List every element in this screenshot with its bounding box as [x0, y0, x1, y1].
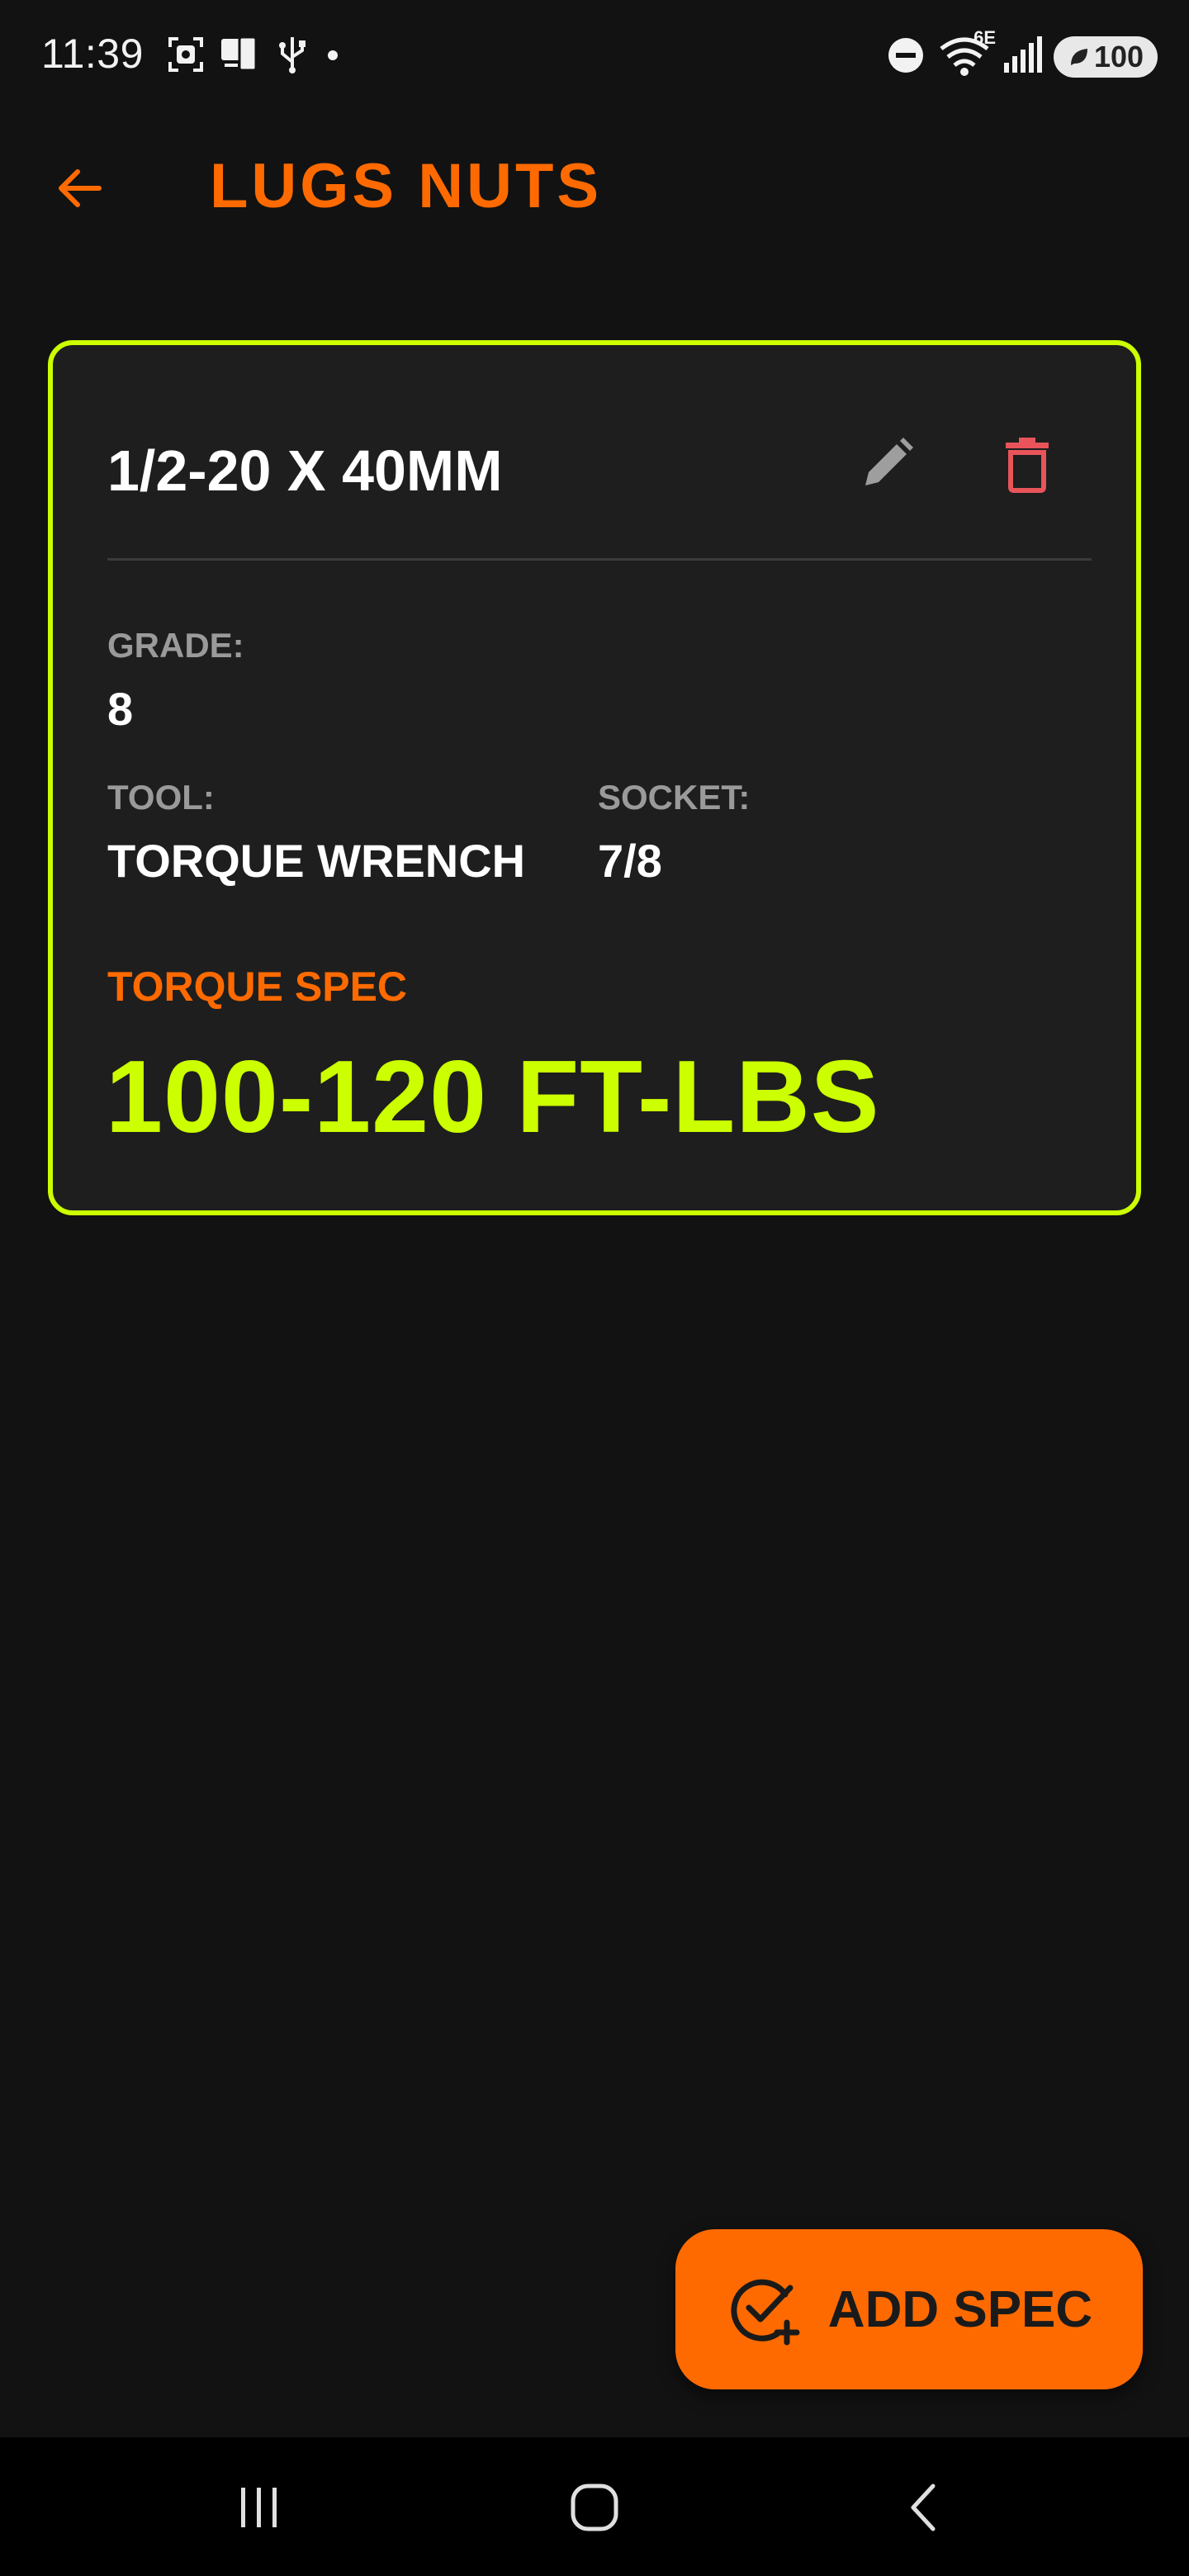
home-button[interactable] [537, 2462, 652, 2553]
socket-value: 7/8 [598, 835, 662, 887]
torque-spec-label: TORQUE SPEC [107, 964, 408, 1010]
socket-label: SOCKET: [598, 778, 751, 817]
status-bar: 11:39 6E 100 [0, 0, 1189, 112]
dnd-icon [885, 35, 926, 80]
home-icon [571, 2484, 618, 2531]
grade-label: GRADE: [107, 626, 244, 665]
add-spec-label: ADD SPEC [827, 2280, 1093, 2338]
grade-value: 8 [107, 683, 134, 735]
spec-title: 1/2-20 X 40MM [107, 438, 503, 503]
tool-label: TOOL: [107, 778, 215, 817]
card-divider [107, 558, 1092, 561]
torque-spec-value: 100-120 FT-LBS [106, 1040, 880, 1154]
device-icon [218, 34, 264, 79]
back-button[interactable] [46, 155, 112, 221]
leaf-icon [1070, 49, 1087, 65]
battery-icon: 100 [1054, 36, 1158, 78]
recents-button[interactable] [201, 2462, 317, 2553]
navigation-bar [0, 2437, 1189, 2576]
edit-button[interactable] [846, 423, 928, 505]
delete-button[interactable] [986, 423, 1068, 505]
status-right-icons: 6E 100 [885, 27, 1158, 83]
screenshot-icon [165, 34, 206, 79]
trash-icon [1006, 438, 1049, 493]
signal-icon [1002, 35, 1042, 80]
nav-back-button[interactable] [867, 2462, 983, 2553]
recents-icon [241, 2488, 277, 2527]
pencil-icon [865, 438, 913, 485]
status-left-icons [165, 33, 345, 79]
page-title: LUGS NUTS [210, 151, 603, 221]
tool-value: TORQUE WRENCH [107, 835, 526, 887]
network-type: 6E [973, 26, 996, 48]
status-time: 11:39 [41, 31, 144, 77]
check-circle-plus-icon [731, 2279, 800, 2346]
wifi-icon: 6E [938, 27, 996, 83]
arrow-left-icon [59, 169, 102, 207]
add-spec-button[interactable]: ADD SPEC [675, 2229, 1143, 2389]
app-bar: LUGS NUTS [0, 124, 1189, 248]
battery-level: 100 [1093, 40, 1144, 73]
back-icon [911, 2484, 936, 2531]
spec-card[interactable]: 1/2-20 X 40MM GRADE: 8 TOOL: TORQUE WREN… [48, 340, 1141, 1215]
usb-icon [276, 34, 309, 79]
dot-icon [320, 34, 345, 79]
